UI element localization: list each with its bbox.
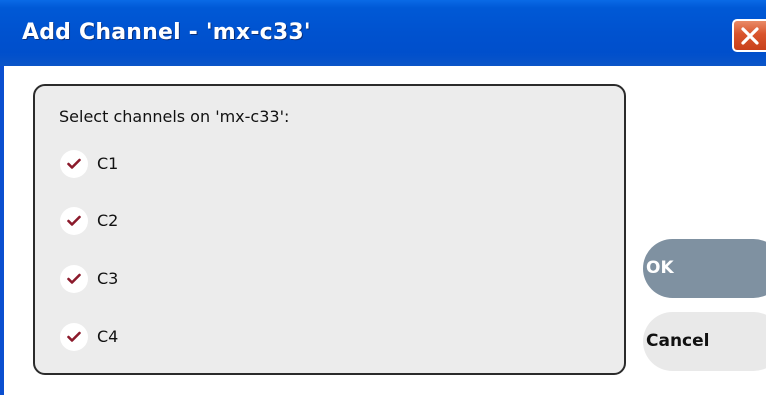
channel-checkbox-c3[interactable]: C3 — [60, 265, 180, 293]
checkmark-icon — [67, 158, 81, 169]
channel-checkbox-c1[interactable]: C1 — [60, 150, 180, 178]
cancel-button[interactable]: Cancel — [643, 312, 766, 371]
checkbox[interactable] — [60, 323, 88, 351]
checkbox[interactable] — [60, 150, 88, 178]
checkbox[interactable] — [60, 265, 88, 293]
window-border — [0, 66, 4, 395]
close-button[interactable] — [732, 19, 766, 52]
channel-checkbox-c4[interactable]: C4 — [60, 323, 180, 351]
checkmark-icon — [67, 215, 81, 226]
channel-checkbox-c2[interactable]: C2 — [60, 207, 180, 235]
title-bar[interactable]: Add Channel - 'mx-c33' — [0, 0, 766, 66]
checkbox-label: C4 — [97, 327, 119, 346]
checkmark-icon — [67, 331, 81, 342]
group-label: Select channels on 'mx-c33': — [59, 107, 290, 126]
checkbox-label: C3 — [97, 269, 119, 288]
ok-button[interactable]: OK — [643, 239, 766, 298]
dialog-title: Add Channel - 'mx-c33' — [22, 20, 311, 45]
checkbox-label: C2 — [97, 211, 119, 230]
checkbox-label: C1 — [97, 154, 119, 173]
add-channel-dialog: Add Channel - 'mx-c33' Select channels o… — [0, 0, 766, 395]
checkmark-icon — [67, 273, 81, 284]
checkbox[interactable] — [60, 207, 88, 235]
